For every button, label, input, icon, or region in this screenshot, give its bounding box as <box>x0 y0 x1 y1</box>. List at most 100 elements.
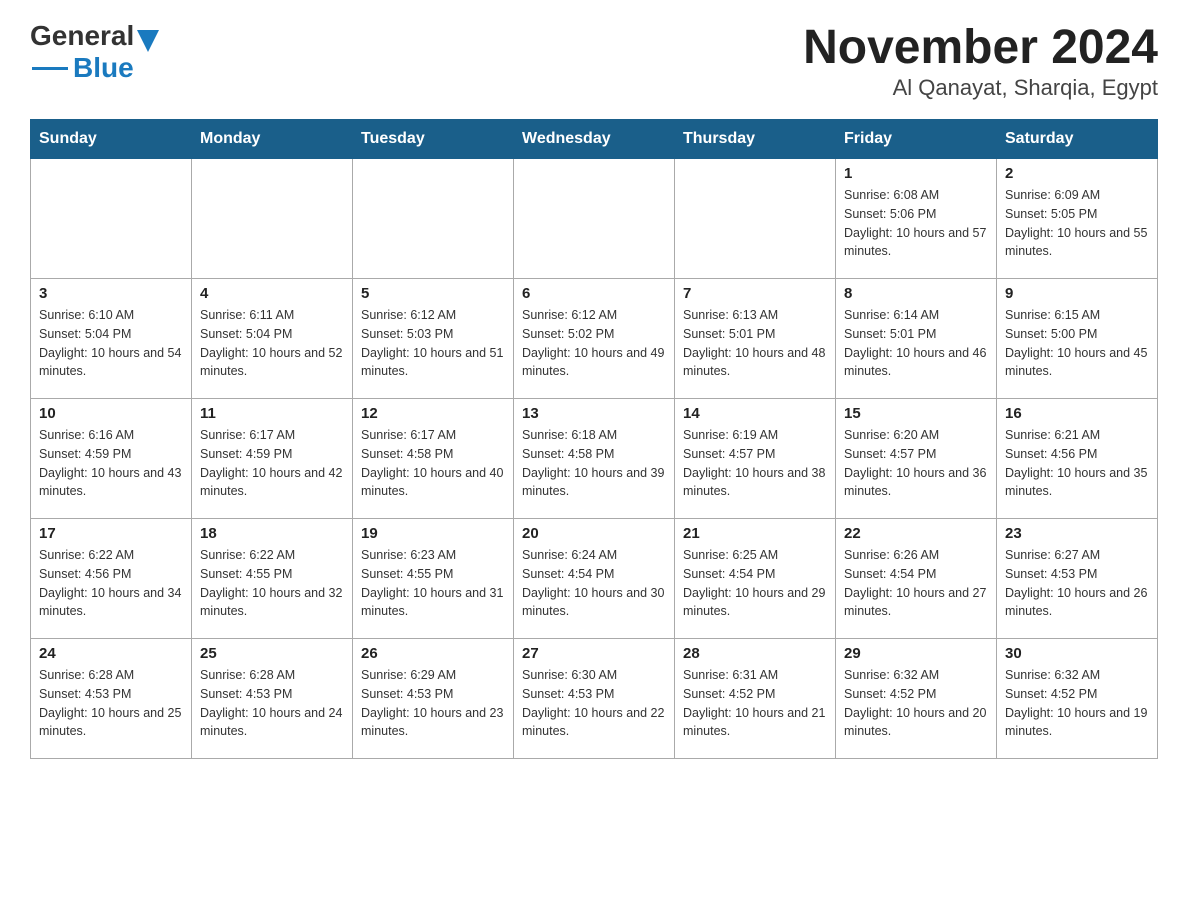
day-info: Sunrise: 6:31 AMSunset: 4:52 PMDaylight:… <box>683 666 827 741</box>
calendar-cell: 6 Sunrise: 6:12 AMSunset: 5:02 PMDaylight… <box>514 279 675 399</box>
day-info: Sunrise: 6:20 AMSunset: 4:57 PMDaylight:… <box>844 426 988 501</box>
day-number: 4 <box>200 285 344 302</box>
col-friday: Friday <box>836 120 997 159</box>
logo-general-text: General <box>30 20 134 52</box>
day-info: Sunrise: 6:27 AMSunset: 4:53 PMDaylight:… <box>1005 546 1149 621</box>
day-info: Sunrise: 6:17 AMSunset: 4:58 PMDaylight:… <box>361 426 505 501</box>
day-info: Sunrise: 6:12 AMSunset: 5:02 PMDaylight:… <box>522 306 666 381</box>
day-number: 29 <box>844 645 988 662</box>
calendar-cell: 28 Sunrise: 6:31 AMSunset: 4:52 PMDayligh… <box>675 639 836 759</box>
calendar-cell: 1Sunrise: 6:08 AMSunset: 5:06 PMDaylight… <box>836 159 997 279</box>
day-info: Sunrise: 6:15 AMSunset: 5:00 PMDaylight:… <box>1005 306 1149 381</box>
calendar-title: November 2024 <box>803 20 1158 75</box>
day-info: Sunrise: 6:30 AMSunset: 4:53 PMDaylight:… <box>522 666 666 741</box>
calendar-cell: 14Sunrise: 6:19 AMSunset: 4:57 PMDayligh… <box>675 399 836 519</box>
calendar-cell: 11 Sunrise: 6:17 AMSunset: 4:59 PMDayligh… <box>192 399 353 519</box>
day-info: Sunrise: 6:10 AMSunset: 5:04 PMDaylight:… <box>39 306 183 381</box>
col-sunday: Sunday <box>31 120 192 159</box>
day-info: Sunrise: 6:21 AMSunset: 4:56 PMDaylight:… <box>1005 426 1149 501</box>
calendar-table: Sunday Monday Tuesday Wednesday Thursday… <box>30 119 1158 759</box>
day-number: 5 <box>361 285 505 302</box>
calendar-cell: 8Sunrise: 6:14 AMSunset: 5:01 PMDaylight… <box>836 279 997 399</box>
day-info: Sunrise: 6:18 AMSunset: 4:58 PMDaylight:… <box>522 426 666 501</box>
calendar-cell <box>31 159 192 279</box>
calendar-cell: 27 Sunrise: 6:30 AMSunset: 4:53 PMDayligh… <box>514 639 675 759</box>
calendar-body: 1Sunrise: 6:08 AMSunset: 5:06 PMDaylight… <box>31 159 1158 759</box>
day-number: 19 <box>361 525 505 542</box>
col-thursday: Thursday <box>675 120 836 159</box>
day-number: 14 <box>683 405 827 422</box>
calendar-cell: 9 Sunrise: 6:15 AMSunset: 5:00 PMDaylight… <box>997 279 1158 399</box>
day-number: 2 <box>1005 165 1149 182</box>
calendar-cell <box>353 159 514 279</box>
logo-line-icon <box>32 67 68 70</box>
day-info: Sunrise: 6:12 AMSunset: 5:03 PMDaylight:… <box>361 306 505 381</box>
calendar-cell: 12 Sunrise: 6:17 AMSunset: 4:58 PMDayligh… <box>353 399 514 519</box>
calendar-cell: 2 Sunrise: 6:09 AMSunset: 5:05 PMDaylight… <box>997 159 1158 279</box>
day-number: 3 <box>39 285 183 302</box>
day-info: Sunrise: 6:25 AMSunset: 4:54 PMDaylight:… <box>683 546 827 621</box>
calendar-cell: 19 Sunrise: 6:23 AMSunset: 4:55 PMDayligh… <box>353 519 514 639</box>
day-number: 12 <box>361 405 505 422</box>
logo-triangle-icon <box>137 30 159 52</box>
day-info: Sunrise: 6:29 AMSunset: 4:53 PMDaylight:… <box>361 666 505 741</box>
day-number: 6 <box>522 285 666 302</box>
page-header: General Blue November 2024 Al Qanayat, S… <box>30 20 1158 101</box>
day-number: 9 <box>1005 285 1149 302</box>
day-info: Sunrise: 6:28 AMSunset: 4:53 PMDaylight:… <box>200 666 344 741</box>
calendar-cell: 21 Sunrise: 6:25 AMSunset: 4:54 PMDayligh… <box>675 519 836 639</box>
day-number: 23 <box>1005 525 1149 542</box>
day-info: Sunrise: 6:23 AMSunset: 4:55 PMDaylight:… <box>361 546 505 621</box>
calendar-cell: 20 Sunrise: 6:24 AMSunset: 4:54 PMDayligh… <box>514 519 675 639</box>
calendar-cell: 17Sunrise: 6:22 AMSunset: 4:56 PMDayligh… <box>31 519 192 639</box>
day-number: 22 <box>844 525 988 542</box>
col-wednesday: Wednesday <box>514 120 675 159</box>
week-row: 1Sunrise: 6:08 AMSunset: 5:06 PMDaylight… <box>31 159 1158 279</box>
day-number: 30 <box>1005 645 1149 662</box>
calendar-cell: 24 Sunrise: 6:28 AMSunset: 4:53 PMDayligh… <box>31 639 192 759</box>
calendar-cell: 16 Sunrise: 6:21 AMSunset: 4:56 PMDayligh… <box>997 399 1158 519</box>
calendar-cell: 10Sunrise: 6:16 AMSunset: 4:59 PMDayligh… <box>31 399 192 519</box>
calendar-cell: 13 Sunrise: 6:18 AMSunset: 4:58 PMDayligh… <box>514 399 675 519</box>
day-info: Sunrise: 6:14 AMSunset: 5:01 PMDaylight:… <box>844 306 988 381</box>
calendar-cell <box>514 159 675 279</box>
day-info: Sunrise: 6:22 AMSunset: 4:56 PMDaylight:… <box>39 546 183 621</box>
col-monday: Monday <box>192 120 353 159</box>
calendar-cell: 18Sunrise: 6:22 AMSunset: 4:55 PMDayligh… <box>192 519 353 639</box>
calendar-cell: 4Sunrise: 6:11 AMSunset: 5:04 PMDaylight… <box>192 279 353 399</box>
day-info: Sunrise: 6:17 AMSunset: 4:59 PMDaylight:… <box>200 426 344 501</box>
day-number: 21 <box>683 525 827 542</box>
calendar-cell: 22 Sunrise: 6:26 AMSunset: 4:54 PMDayligh… <box>836 519 997 639</box>
day-number: 11 <box>200 405 344 422</box>
day-number: 13 <box>522 405 666 422</box>
title-section: November 2024 Al Qanayat, Sharqia, Egypt <box>803 20 1158 101</box>
logo-wrapper: General Blue <box>30 20 159 84</box>
week-row: 24 Sunrise: 6:28 AMSunset: 4:53 PMDayligh… <box>31 639 1158 759</box>
header-row: Sunday Monday Tuesday Wednesday Thursday… <box>31 120 1158 159</box>
day-number: 7 <box>683 285 827 302</box>
day-info: Sunrise: 6:32 AMSunset: 4:52 PMDaylight:… <box>844 666 988 741</box>
logo: General Blue <box>30 20 159 84</box>
day-number: 27 <box>522 645 666 662</box>
day-number: 10 <box>39 405 183 422</box>
calendar-cell: 30 Sunrise: 6:32 AMSunset: 4:52 PMDayligh… <box>997 639 1158 759</box>
calendar-cell: 7Sunrise: 6:13 AMSunset: 5:01 PMDaylight… <box>675 279 836 399</box>
day-number: 28 <box>683 645 827 662</box>
day-info: Sunrise: 6:28 AMSunset: 4:53 PMDaylight:… <box>39 666 183 741</box>
week-row: 10Sunrise: 6:16 AMSunset: 4:59 PMDayligh… <box>31 399 1158 519</box>
day-number: 16 <box>1005 405 1149 422</box>
day-info: Sunrise: 6:09 AMSunset: 5:05 PMDaylight:… <box>1005 186 1149 261</box>
col-tuesday: Tuesday <box>353 120 514 159</box>
logo-top: General <box>30 20 159 52</box>
day-info: Sunrise: 6:32 AMSunset: 4:52 PMDaylight:… <box>1005 666 1149 741</box>
logo-blue-text: Blue <box>73 52 134 84</box>
calendar-cell: 29 Sunrise: 6:32 AMSunset: 4:52 PMDayligh… <box>836 639 997 759</box>
day-info: Sunrise: 6:24 AMSunset: 4:54 PMDaylight:… <box>522 546 666 621</box>
day-number: 26 <box>361 645 505 662</box>
col-saturday: Saturday <box>997 120 1158 159</box>
day-number: 20 <box>522 525 666 542</box>
day-info: Sunrise: 6:26 AMSunset: 4:54 PMDaylight:… <box>844 546 988 621</box>
calendar-cell: 15Sunrise: 6:20 AMSunset: 4:57 PMDayligh… <box>836 399 997 519</box>
calendar-cell: 3 Sunrise: 6:10 AMSunset: 5:04 PMDaylight… <box>31 279 192 399</box>
day-number: 24 <box>39 645 183 662</box>
